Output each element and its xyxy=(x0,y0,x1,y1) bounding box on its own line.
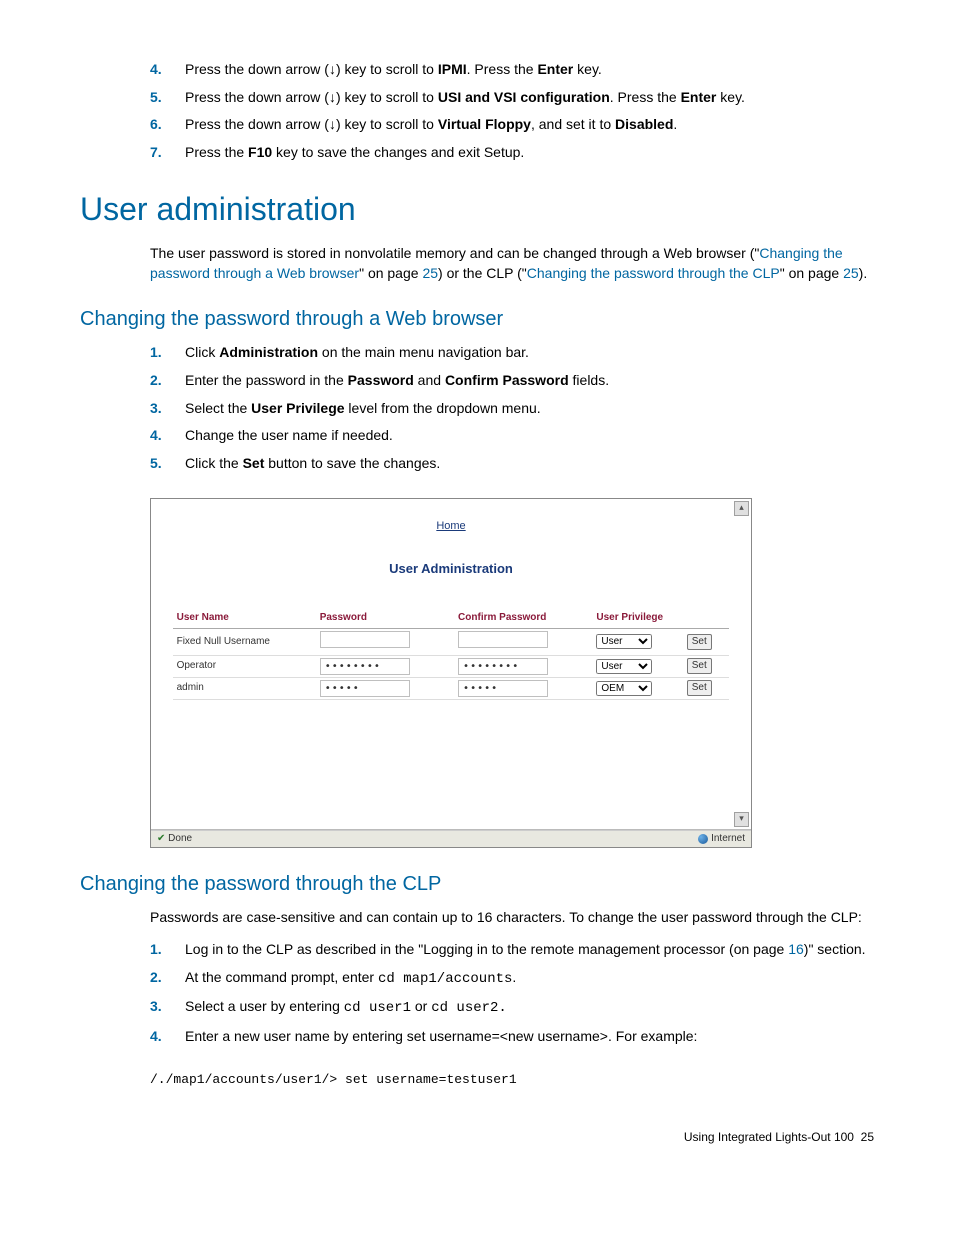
scroll-down-icon[interactable]: ▾ xyxy=(734,812,749,827)
username-cell[interactable]: Operator xyxy=(173,655,316,677)
globe-icon xyxy=(698,834,708,844)
privilege-select[interactable]: OEM xyxy=(596,681,652,696)
set-button[interactable]: Set xyxy=(687,634,712,650)
status-bar: ✔ Done Internet xyxy=(151,830,751,847)
table-row: Fixed Null Username User Set xyxy=(173,628,730,655)
link-clp[interactable]: Changing the password through the CLP xyxy=(527,265,780,281)
done-icon: ✔ xyxy=(157,833,165,844)
password-input[interactable]: ••••• xyxy=(320,680,410,697)
username-cell[interactable]: admin xyxy=(173,677,316,699)
clp-intro: Passwords are case-sensitive and can con… xyxy=(150,908,874,928)
page-footer: Using Integrated Lights-Out 100 25 xyxy=(80,1129,874,1146)
step-num: 4. xyxy=(150,60,162,80)
confirm-password-input[interactable] xyxy=(458,631,548,648)
username-cell[interactable]: Fixed Null Username xyxy=(173,628,316,655)
password-input[interactable] xyxy=(320,631,410,648)
steps-clp: 1.Log in to the CLP as described in the … xyxy=(80,940,874,1046)
heading-user-administration: User administration xyxy=(80,187,874,232)
col-privilege: User Privilege xyxy=(592,608,729,629)
col-confirm: Confirm Password xyxy=(454,608,592,629)
table-row: admin ••••• ••••• OEM Set xyxy=(173,677,730,699)
steps-top: 4.Press the down arrow (↓) key to scroll… xyxy=(80,60,874,162)
privilege-select[interactable]: User xyxy=(596,659,652,674)
set-button[interactable]: Set xyxy=(687,658,712,674)
confirm-password-input[interactable]: •••••••• xyxy=(458,658,548,675)
privilege-select[interactable]: User xyxy=(596,634,652,649)
code-example: /./map1/accounts/user1/> set username=te… xyxy=(150,1071,874,1089)
set-button[interactable]: Set xyxy=(687,680,712,696)
steps-web: 1.Click Administration on the main menu … xyxy=(80,343,874,473)
screenshot-user-admin: ▴ ▾ Home User Administration User Name P… xyxy=(150,498,752,848)
intro-paragraph: The user password is stored in nonvolati… xyxy=(150,244,874,283)
table-row: Operator •••••••• •••••••• User Set xyxy=(173,655,730,677)
user-table: User Name Password Confirm Password User… xyxy=(173,608,730,700)
col-username: User Name xyxy=(173,608,316,629)
panel-title: User Administration xyxy=(161,560,741,578)
password-input[interactable]: •••••••• xyxy=(320,658,410,675)
scroll-up-icon[interactable]: ▴ xyxy=(734,501,749,516)
heading-change-clp: Changing the password through the CLP xyxy=(80,870,874,898)
status-done: Done xyxy=(168,833,192,844)
link-page16[interactable]: 16 xyxy=(788,941,804,957)
col-password: Password xyxy=(316,608,454,629)
home-link[interactable]: Home xyxy=(161,519,741,534)
heading-change-web: Changing the password through a Web brow… xyxy=(80,305,874,333)
status-internet: Internet xyxy=(711,833,745,844)
confirm-password-input[interactable]: ••••• xyxy=(458,680,548,697)
